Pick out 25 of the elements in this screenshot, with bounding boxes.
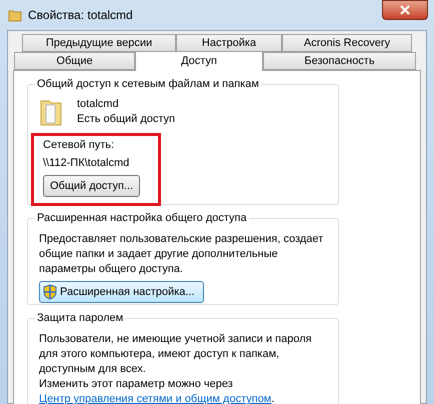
- advanced-sharing-button[interactable]: Расширенная настройка...: [39, 280, 204, 303]
- network-center-link[interactable]: Центр управления сетями и общим доступом: [39, 393, 272, 404]
- group-title: Расширенная настройка общего доступа: [35, 210, 249, 225]
- shield-icon: [43, 284, 57, 300]
- folder-icon: [8, 8, 22, 22]
- close-icon: [400, 5, 410, 15]
- description-text: Предоставляет пользовательские разрешения, создает общие папки и задает другие дополнительные параметры общего доступа.: [39, 232, 324, 277]
- network-path-label: Сетевой путь:: [43, 138, 114, 153]
- sharing-status: Есть общий доступ: [77, 112, 176, 127]
- group-title: Общий доступ к сетевым файлам и папкам: [35, 77, 261, 91]
- tab[interactable]: Общие: [14, 52, 135, 70]
- tab[interactable]: Предыдущие версии: [22, 34, 176, 52]
- tab[interactable]: Acronis Recovery: [282, 34, 412, 52]
- period-text: .: [271, 393, 274, 404]
- window-title: Свойства: totalcmd: [28, 7, 133, 24]
- tab[interactable]: Доступ: [135, 51, 263, 71]
- tab[interactable]: Настройка: [176, 34, 282, 52]
- share-button[interactable]: Общий доступ...: [43, 175, 140, 197]
- description-text: Пользователи, не имеющие учетной записи и пароля для этого компьютера, имеют доступ к папкам, доступным для всех.: [39, 332, 313, 378]
- close-button[interactable]: [382, 0, 428, 20]
- network-path: \\112-ПК\totalcmd: [43, 156, 130, 171]
- tab[interactable]: Безопасность: [263, 52, 416, 70]
- folder-name: totalcmd: [77, 97, 120, 112]
- group-title: Защита паролем: [35, 311, 126, 326]
- change-setting-text: Изменить этот параметр можно через: [39, 377, 234, 392]
